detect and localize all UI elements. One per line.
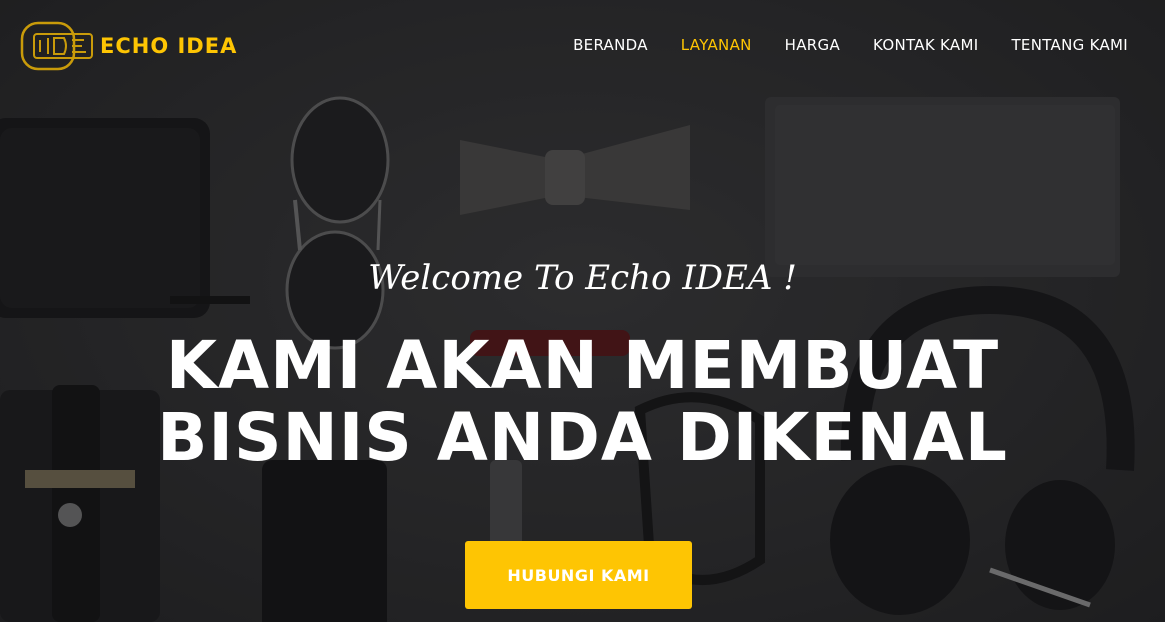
hero-heading-line-1: KAMI AKAN MEMBUAT [165,327,1000,404]
hero-heading: KAMI AKAN MEMBUAT BISNIS ANDA DIKENAL [0,330,1165,474]
contact-us-button[interactable]: HUBUNGI KAMI [465,541,692,609]
nav-item-layanan[interactable]: LAYANAN [681,36,752,54]
nav-item-beranda[interactable]: BERANDA [573,36,648,54]
nav-item-tentang-kami[interactable]: TENTANG KAMI [1011,36,1128,54]
echo-idea-logo-icon [20,21,93,71]
navbar: ECHO IDEA BERANDA LAYANAN HARGA KONTAK K… [0,0,1165,92]
brand-name: ECHO IDEA [100,34,238,58]
nav-menu: BERANDA LAYANAN HARGA KONTAK KAMI TENTAN… [540,36,1128,54]
hero-section: ECHO IDEA BERANDA LAYANAN HARGA KONTAK K… [0,0,1165,622]
hero-heading-line-2: BISNIS ANDA DIKENAL [157,399,1008,476]
nav-item-harga[interactable]: HARGA [785,36,840,54]
hero-overlay [0,0,1165,622]
nav-item-kontak-kami[interactable]: KONTAK KAMI [873,36,978,54]
hero-intro-text: Welcome To Echo IDEA ! [368,258,797,298]
brand-link[interactable]: ECHO IDEA [20,20,237,72]
